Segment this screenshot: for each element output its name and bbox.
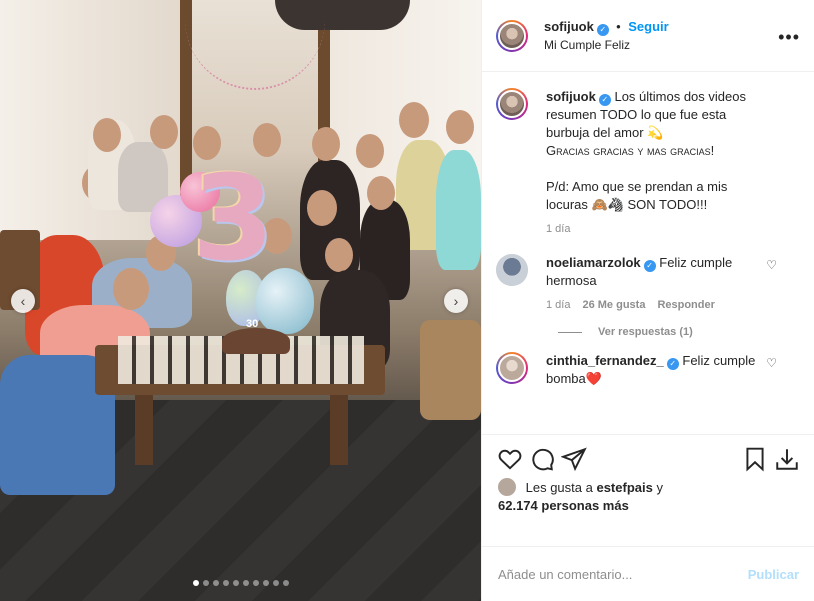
comment-timestamp[interactable]: 1 día xyxy=(546,296,570,314)
carousel-dot xyxy=(192,580,199,586)
liker-username[interactable]: estefpais xyxy=(596,480,652,495)
likes-prefix: Les gusta a xyxy=(525,480,593,495)
carousel-dot xyxy=(232,580,239,586)
caption-line: resumen TODO lo que fue esta xyxy=(546,107,727,122)
instagram-post: 3 30 ‹ › sofijuok ✓ • Seguir Mi Cumple F… xyxy=(0,0,814,601)
person-head xyxy=(113,268,149,310)
number-balloon: 3 xyxy=(192,149,275,287)
caption-line: Gracias gracias y mas gracias! xyxy=(546,143,715,158)
carousel-dot xyxy=(252,580,259,586)
caption-timestamp[interactable]: 1 día xyxy=(546,220,570,238)
comment-like-heart-icon[interactable]: ♡ xyxy=(766,356,777,370)
carousel-dot xyxy=(242,580,249,586)
carousel-dot xyxy=(272,580,279,586)
person-head xyxy=(356,134,384,168)
carousel-dot xyxy=(212,580,219,586)
person-head xyxy=(367,176,395,210)
person-head xyxy=(399,102,429,138)
person-head xyxy=(93,118,121,152)
caption-line: P/d: Amo que se prendan a mis xyxy=(546,179,728,194)
post-photo[interactable]: 3 30 ‹ › xyxy=(0,0,481,601)
heart-icon[interactable] xyxy=(494,443,526,475)
carousel-indicator xyxy=(0,580,481,586)
person-head xyxy=(150,115,178,149)
add-comment-bar: Publicar xyxy=(482,546,814,601)
comment-likes-count[interactable]: 26 Me gusta xyxy=(582,296,645,314)
caption-text: Los últimos dos videos resumen TODO lo q… xyxy=(546,89,776,214)
caption-line xyxy=(546,160,776,178)
verified-badge-icon: ✓ xyxy=(666,358,679,370)
comment-icon[interactable] xyxy=(526,443,558,475)
comment-username[interactable]: cinthia_fernandez_ xyxy=(546,353,664,368)
person-head xyxy=(312,127,340,161)
likes-summary: Les gusta a estefpais y 62.174 personas … xyxy=(498,478,798,515)
carousel-dot xyxy=(262,580,269,586)
likes-connector: y xyxy=(656,480,663,495)
chevron-left-icon: ‹ xyxy=(20,293,26,309)
caption-line: locuras 🙈🦓 SON TODO!!! xyxy=(546,197,708,212)
commenter-avatar[interactable] xyxy=(496,352,528,384)
reply-button[interactable]: Responder xyxy=(657,296,714,314)
comment-like-heart-icon[interactable]: ♡ xyxy=(766,258,777,272)
person-head xyxy=(307,190,337,226)
armchair xyxy=(420,320,481,420)
previous-slide-button[interactable]: ‹ xyxy=(11,289,35,313)
verified-badge-icon: ✓ xyxy=(643,260,656,272)
liker-avatar[interactable] xyxy=(498,478,516,496)
person-head xyxy=(446,110,474,144)
post-header: sofijuok ✓ • Seguir Mi Cumple Feliz ••• xyxy=(482,0,814,72)
verified-badge-icon: ✓ xyxy=(598,94,611,106)
follow-button[interactable]: Seguir xyxy=(628,19,668,34)
divider xyxy=(558,331,582,333)
view-replies-label: Ver respuestas (1) xyxy=(598,326,693,338)
comment: noeliamarzolok ✓ Feliz cumple hermosa 1 d… xyxy=(496,254,799,314)
verified-badge-icon: ✓ xyxy=(596,23,609,36)
carousel-dot xyxy=(222,580,229,586)
carousel-dot xyxy=(282,580,289,586)
publish-button[interactable]: Publicar xyxy=(748,567,799,582)
author-avatar[interactable] xyxy=(496,88,528,120)
author-avatar[interactable] xyxy=(496,19,528,52)
comments-section[interactable]: sofijuok ✓ Los últimos dos videos resumen… xyxy=(482,72,814,434)
table-leg xyxy=(330,395,348,465)
next-slide-button[interactable]: › xyxy=(444,289,468,313)
download-icon[interactable] xyxy=(771,443,803,475)
comment-username[interactable]: noeliamarzolok xyxy=(546,255,641,270)
share-icon[interactable] xyxy=(558,443,590,475)
caption-line: Los últimos dos videos xyxy=(614,89,746,104)
cake-topper: 30 xyxy=(246,318,259,330)
table-leg xyxy=(135,395,153,465)
likes-count[interactable]: 62.174 personas más xyxy=(498,498,629,513)
chevron-right-icon: › xyxy=(453,293,459,309)
bookmark-icon[interactable] xyxy=(739,443,771,475)
post-details-panel: sofijuok ✓ • Seguir Mi Cumple Feliz ••• s… xyxy=(481,0,814,601)
carousel-dot xyxy=(202,580,209,586)
action-bar xyxy=(482,434,814,482)
caption-username[interactable]: sofijuok xyxy=(546,89,596,104)
birthday-cake xyxy=(222,328,290,354)
commenter-avatar[interactable] xyxy=(496,254,528,286)
comment: cinthia_fernandez_ ✓ Feliz cumple bomba❤️… xyxy=(496,352,799,388)
author-username[interactable]: sofijuok xyxy=(544,19,594,34)
person-head xyxy=(325,238,353,272)
balloon xyxy=(256,268,314,334)
party-bunting xyxy=(185,20,325,90)
caption: sofijuok ✓ Los últimos dos videos resumen… xyxy=(496,88,799,238)
post-location[interactable]: Mi Cumple Feliz xyxy=(544,36,669,54)
comment-input[interactable] xyxy=(498,566,748,582)
caption-line: burbuja del amor 💫 xyxy=(546,125,664,140)
more-options-icon[interactable]: ••• xyxy=(778,27,800,48)
view-replies-button[interactable]: Ver respuestas (1) xyxy=(558,326,799,338)
person xyxy=(436,150,481,270)
